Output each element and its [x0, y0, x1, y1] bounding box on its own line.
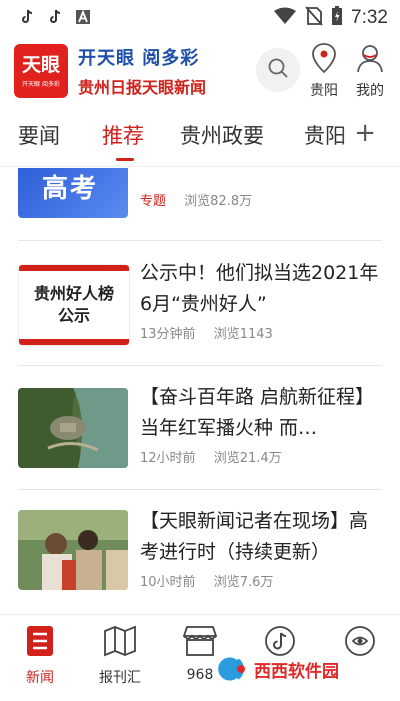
app-notification-icon — [74, 8, 92, 26]
news-icon — [26, 625, 54, 661]
slogan-line-1: 开天眼 阅多彩 — [78, 48, 200, 69]
tab-yaowen[interactable]: 要闻 — [18, 120, 60, 150]
thumb-label: 高考 — [42, 174, 99, 204]
battery-charging-icon — [331, 6, 343, 30]
view-count: 浏览21.4万 — [213, 451, 282, 466]
logo-text: 天眼 — [21, 54, 60, 76]
add-channel-button[interactable]: + — [354, 118, 376, 148]
news-title[interactable]: 公示中！他们拟当选2021年6月“贵州好人” — [140, 258, 382, 320]
exam-students-photo — [18, 510, 128, 590]
nav-newspapers[interactable]: 报刊汇 — [85, 625, 155, 687]
news-card[interactable]: 【奋斗百年路 启航新征程】当年红军播火种 而… 12小时前 浏览21.4万 — [18, 386, 382, 476]
status-bar: 7:32 — [0, 0, 400, 36]
news-thumbnail: 高考 — [18, 168, 128, 218]
news-feed[interactable]: 高考 专题 浏览82.8万 贵州好人榜 公示 公示中！他们拟当选2021年6月“… — [0, 168, 400, 610]
location-label: 贵阳 — [310, 83, 338, 99]
channel-tabs: 要闻 推荐 贵州政要 贵阳 + — [0, 104, 400, 167]
news-card[interactable]: 高考 专题 浏览82.8万 — [18, 168, 382, 218]
news-meta: 专题 浏览82.8万 — [140, 190, 266, 209]
location-pin-icon — [310, 42, 338, 78]
view-count: 浏览1143 — [213, 327, 273, 342]
map-icon — [103, 625, 137, 661]
profile-label: 我的 — [356, 83, 384, 99]
user-icon — [355, 42, 385, 78]
thumb-label: 贵州好人榜 公示 — [33, 284, 114, 325]
publish-time: 13分钟前 — [140, 327, 196, 342]
news-title[interactable]: 【天眼新闻记者在现场】高考进行时（持续更新） — [140, 506, 382, 568]
aerial-photo-image — [18, 388, 128, 468]
publish-time: 10小时前 — [140, 575, 196, 590]
no-sim-icon — [305, 6, 323, 30]
nav-newspapers-label: 报刊汇 — [99, 670, 141, 686]
logo-subtext: 开天眼 阅多彩 — [22, 81, 60, 88]
search-icon — [267, 57, 289, 83]
store-icon — [182, 625, 218, 661]
watermark-logo-icon — [216, 654, 245, 684]
publish-time: 12小时前 — [140, 451, 196, 466]
news-meta: 13分钟前 浏览1143 — [140, 323, 287, 342]
nav-news[interactable]: 新闻 — [5, 625, 75, 687]
nav-968-label: 968 — [186, 667, 214, 683]
app-header: 天眼 开天眼 阅多彩 开天眼 阅多彩 贵州日报天眼新闻 贵阳 我的 — [0, 36, 400, 102]
watermark-text: 西西软件园 — [250, 656, 343, 682]
news-meta: 12小时前 浏览21.4万 — [140, 447, 296, 466]
divider — [18, 365, 382, 366]
nav-news-label: 新闻 — [26, 670, 54, 686]
view-count: 浏览82.8万 — [184, 194, 253, 209]
divider — [18, 240, 382, 241]
tab-recommended[interactable]: 推荐 — [102, 120, 144, 150]
news-thumbnail — [18, 510, 128, 590]
tiktok-notification-icon — [18, 8, 36, 26]
news-thumbnail: 贵州好人榜 公示 — [18, 264, 130, 346]
tianyan-logo: 天眼 开天眼 阅多彩 — [14, 44, 68, 98]
profile-button[interactable]: 我的 — [348, 42, 392, 100]
divider — [18, 489, 382, 490]
news-title[interactable]: 【奋斗百年路 启航新征程】当年红军播火种 而… — [140, 382, 382, 444]
search-button[interactable] — [256, 48, 300, 92]
site-watermark: 西西软件园 — [216, 654, 384, 684]
news-meta: 10小时前 浏览7.6万 — [140, 571, 287, 590]
topic-tag: 专题 — [140, 194, 167, 209]
clock: 7:32 — [351, 7, 388, 28]
tab-guizhou-politics[interactable]: 贵州政要 — [180, 120, 264, 150]
tiktok-notification-icon-2 — [46, 8, 64, 26]
location-button[interactable]: 贵阳 — [302, 42, 346, 100]
slogan-line-2: 贵州日报天眼新闻 — [78, 78, 207, 97]
view-count: 浏览7.6万 — [213, 575, 274, 590]
active-tab-indicator — [116, 158, 134, 161]
brand-slogan: 开天眼 阅多彩 贵州日报天眼新闻 — [78, 44, 248, 98]
news-card[interactable]: 贵州好人榜 公示 公示中！他们拟当选2021年6月“贵州好人” 13分钟前 浏览… — [18, 262, 382, 352]
news-thumbnail — [18, 388, 128, 468]
wifi-icon — [273, 7, 297, 29]
news-card[interactable]: 【天眼新闻记者在现场】高考进行时（持续更新） 10小时前 浏览7.6万 — [18, 510, 382, 600]
